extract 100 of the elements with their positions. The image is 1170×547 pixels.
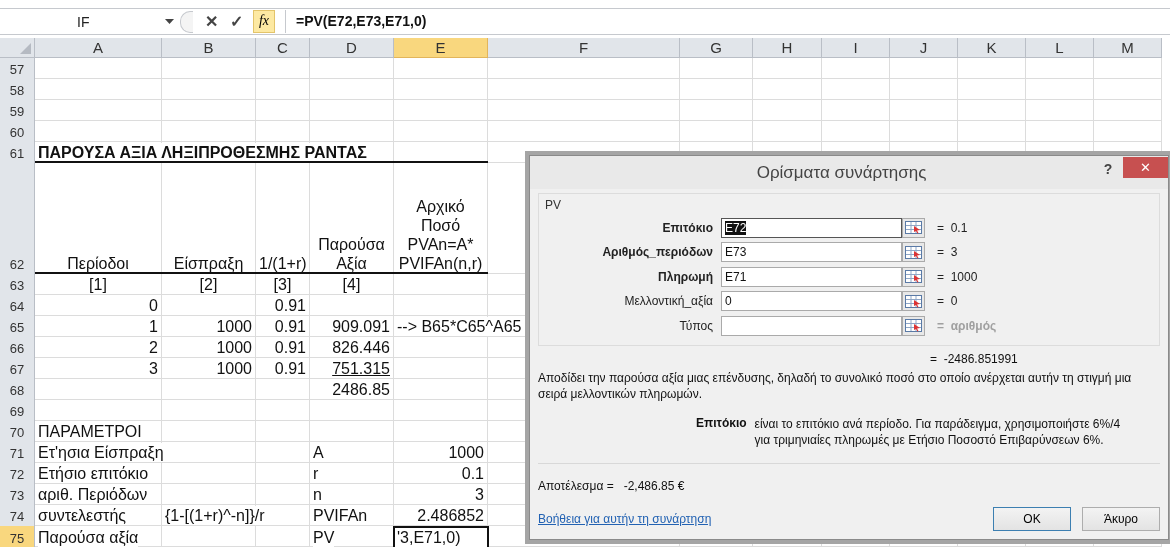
- argument-label: Αριθμός_περιόδων: [601, 245, 713, 260]
- row-header[interactable]: 64: [0, 295, 35, 316]
- row-header[interactable]: 70: [0, 421, 35, 442]
- enter-button[interactable]: ✓: [230, 12, 243, 31]
- column-header[interactable]: K: [958, 38, 1026, 58]
- resize-handle[interactable]: [180, 10, 193, 33]
- argument-label: Μελλοντική_αξία: [623, 294, 713, 309]
- row-header[interactable]: 75: [0, 526, 35, 547]
- caret-icon[interactable]: [165, 19, 174, 24]
- argument-field[interactable]: 0: [721, 291, 902, 312]
- argument-label: Πληρωμή: [657, 269, 713, 284]
- row-header[interactable]: 60: [0, 121, 35, 142]
- row-header[interactable]: 61: [0, 142, 35, 163]
- help-link[interactable]: Βοήθεια για αυτήν τη συνάρτηση: [538, 512, 712, 526]
- insert-function-button[interactable]: fx: [253, 10, 275, 33]
- table-cell-text: 0.91: [273, 338, 306, 357]
- table-cell-text: 2486.85: [331, 380, 390, 399]
- argument-field[interactable]: E73: [721, 242, 902, 263]
- formula-result: = -2486.851991: [930, 351, 1018, 366]
- column-header[interactable]: J: [890, 38, 958, 58]
- row-header[interactable]: 73: [0, 484, 35, 505]
- column-header[interactable]: A: [35, 38, 162, 58]
- range-select-icon: [905, 294, 922, 308]
- cancel-button[interactable]: ✕: [205, 12, 218, 31]
- table-cell-text: 0.91: [273, 317, 306, 336]
- column-header[interactable]: D: [310, 38, 394, 58]
- range-select-button[interactable]: [902, 266, 925, 287]
- range-select-icon: [905, 319, 922, 333]
- range-select-button[interactable]: [902, 315, 925, 336]
- row-header[interactable]: 71: [0, 442, 35, 463]
- table-cell-text: 0: [148, 296, 158, 315]
- table-cell-text: 1000: [215, 317, 252, 336]
- table-cell-text: 0.1: [460, 464, 484, 483]
- argument-field[interactable]: [721, 315, 902, 336]
- column-header[interactable]: E: [394, 38, 488, 58]
- table-cell: --> B65*C65^A65: [397, 317, 522, 336]
- column-header[interactable]: F: [488, 38, 680, 58]
- row-header[interactable]: 72: [0, 463, 35, 484]
- row-header[interactable]: 69: [0, 400, 35, 421]
- column-header[interactable]: B: [162, 38, 256, 58]
- row-header[interactable]: 58: [0, 79, 35, 100]
- row-header[interactable]: 59: [0, 100, 35, 121]
- table-cell: Αρχικό Ποσό PVAn=A* PVIFAn(n,r): [397, 197, 484, 273]
- table-cell: Παρούσα αξία: [38, 528, 139, 547]
- column-header[interactable]: H: [753, 38, 822, 58]
- table-cell: ΠΑΡΟΥΣΑ ΑΞΙΑ ΛΗΞΙΠΡΟΘΕΣΜΗΣ ΡΑΝΤΑΣ: [38, 143, 367, 162]
- range-select-button[interactable]: [902, 291, 925, 312]
- row-header[interactable]: 62: [0, 163, 35, 274]
- column-header[interactable]: M: [1094, 38, 1162, 58]
- table-cell: 1/(1+r): [259, 254, 307, 273]
- row-header[interactable]: 65: [0, 316, 35, 337]
- table-cell: {1-[(1+r)^-n]}/r: [165, 506, 265, 525]
- argument-help-label: Επιτόκιο: [696, 415, 747, 430]
- function-name: PV: [545, 198, 561, 212]
- table-cell-text: 2.486852: [416, 506, 484, 525]
- row-header[interactable]: 74: [0, 505, 35, 526]
- column-header[interactable]: G: [680, 38, 753, 58]
- result-label: Αποτέλεσμα =: [538, 479, 614, 493]
- table-cell: Ετ'ησια Είσπραξη: [38, 443, 164, 462]
- table-cell-text: 1000: [447, 443, 484, 462]
- range-select-icon: [905, 245, 922, 259]
- column-header[interactable]: I: [822, 38, 890, 58]
- close-button[interactable]: ✕: [1123, 157, 1168, 178]
- argument-result: = 0.1: [937, 220, 968, 235]
- range-select-button[interactable]: [902, 217, 925, 238]
- table-cell-text: 2: [148, 338, 158, 357]
- table-cell-text: [1]: [88, 275, 108, 294]
- row-header[interactable]: 67: [0, 358, 35, 379]
- argument-field[interactable]: E72: [721, 217, 902, 238]
- dialog-button[interactable]: Άκυρο: [1082, 507, 1160, 531]
- argument-field[interactable]: E71: [721, 266, 902, 287]
- argument-help-text: είναι το επιτόκιο ανά περίοδο. Για παράδειγμα, χρησιμοποιήστε 6%/4 για τριμηνιαίες πληρωμές με Ετήσιο Ποσοστό Επιβαρύνσεων 6%.: [754, 415, 1122, 448]
- table-cell-text: 909.091: [331, 317, 390, 336]
- table-cell-text: [2]: [198, 275, 219, 294]
- column-header[interactable]: C: [256, 38, 310, 58]
- table-cell-text: Είσπραξη: [172, 254, 245, 273]
- table-cell: συντελεστής: [38, 506, 126, 525]
- argument-result: = 1000: [937, 269, 978, 284]
- table-cell-text: 1: [148, 317, 158, 336]
- row-header[interactable]: 66: [0, 337, 35, 358]
- triangle-icon: [20, 43, 31, 54]
- table-cell-text: 0.91: [273, 359, 306, 378]
- row-header[interactable]: 63: [0, 274, 35, 295]
- table-cell: Ετήσιο επιτόκιο: [38, 464, 149, 483]
- dialog-button[interactable]: OK: [993, 507, 1071, 531]
- help-button[interactable]: ?: [1093, 157, 1123, 180]
- argument-result: = αριθμός: [937, 318, 997, 333]
- range-select-button[interactable]: [902, 242, 925, 263]
- range-select-icon: [905, 221, 922, 235]
- table-cell-text: 826.446: [331, 338, 390, 357]
- table-cell-text: 751.315: [331, 359, 390, 378]
- formula-field[interactable]: =PV(E72,E73,E71,0): [285, 10, 1170, 33]
- row-header[interactable]: 68: [0, 379, 35, 400]
- table-cell: PV: [313, 528, 335, 547]
- table-cell-text: Παρούσα Αξία: [317, 235, 386, 273]
- name-box[interactable]: IF: [4, 10, 174, 33]
- table-cell-text: 1000: [215, 338, 252, 357]
- table-cell-text: [3]: [272, 275, 293, 294]
- row-header[interactable]: 57: [0, 58, 35, 79]
- column-header[interactable]: L: [1026, 38, 1094, 58]
